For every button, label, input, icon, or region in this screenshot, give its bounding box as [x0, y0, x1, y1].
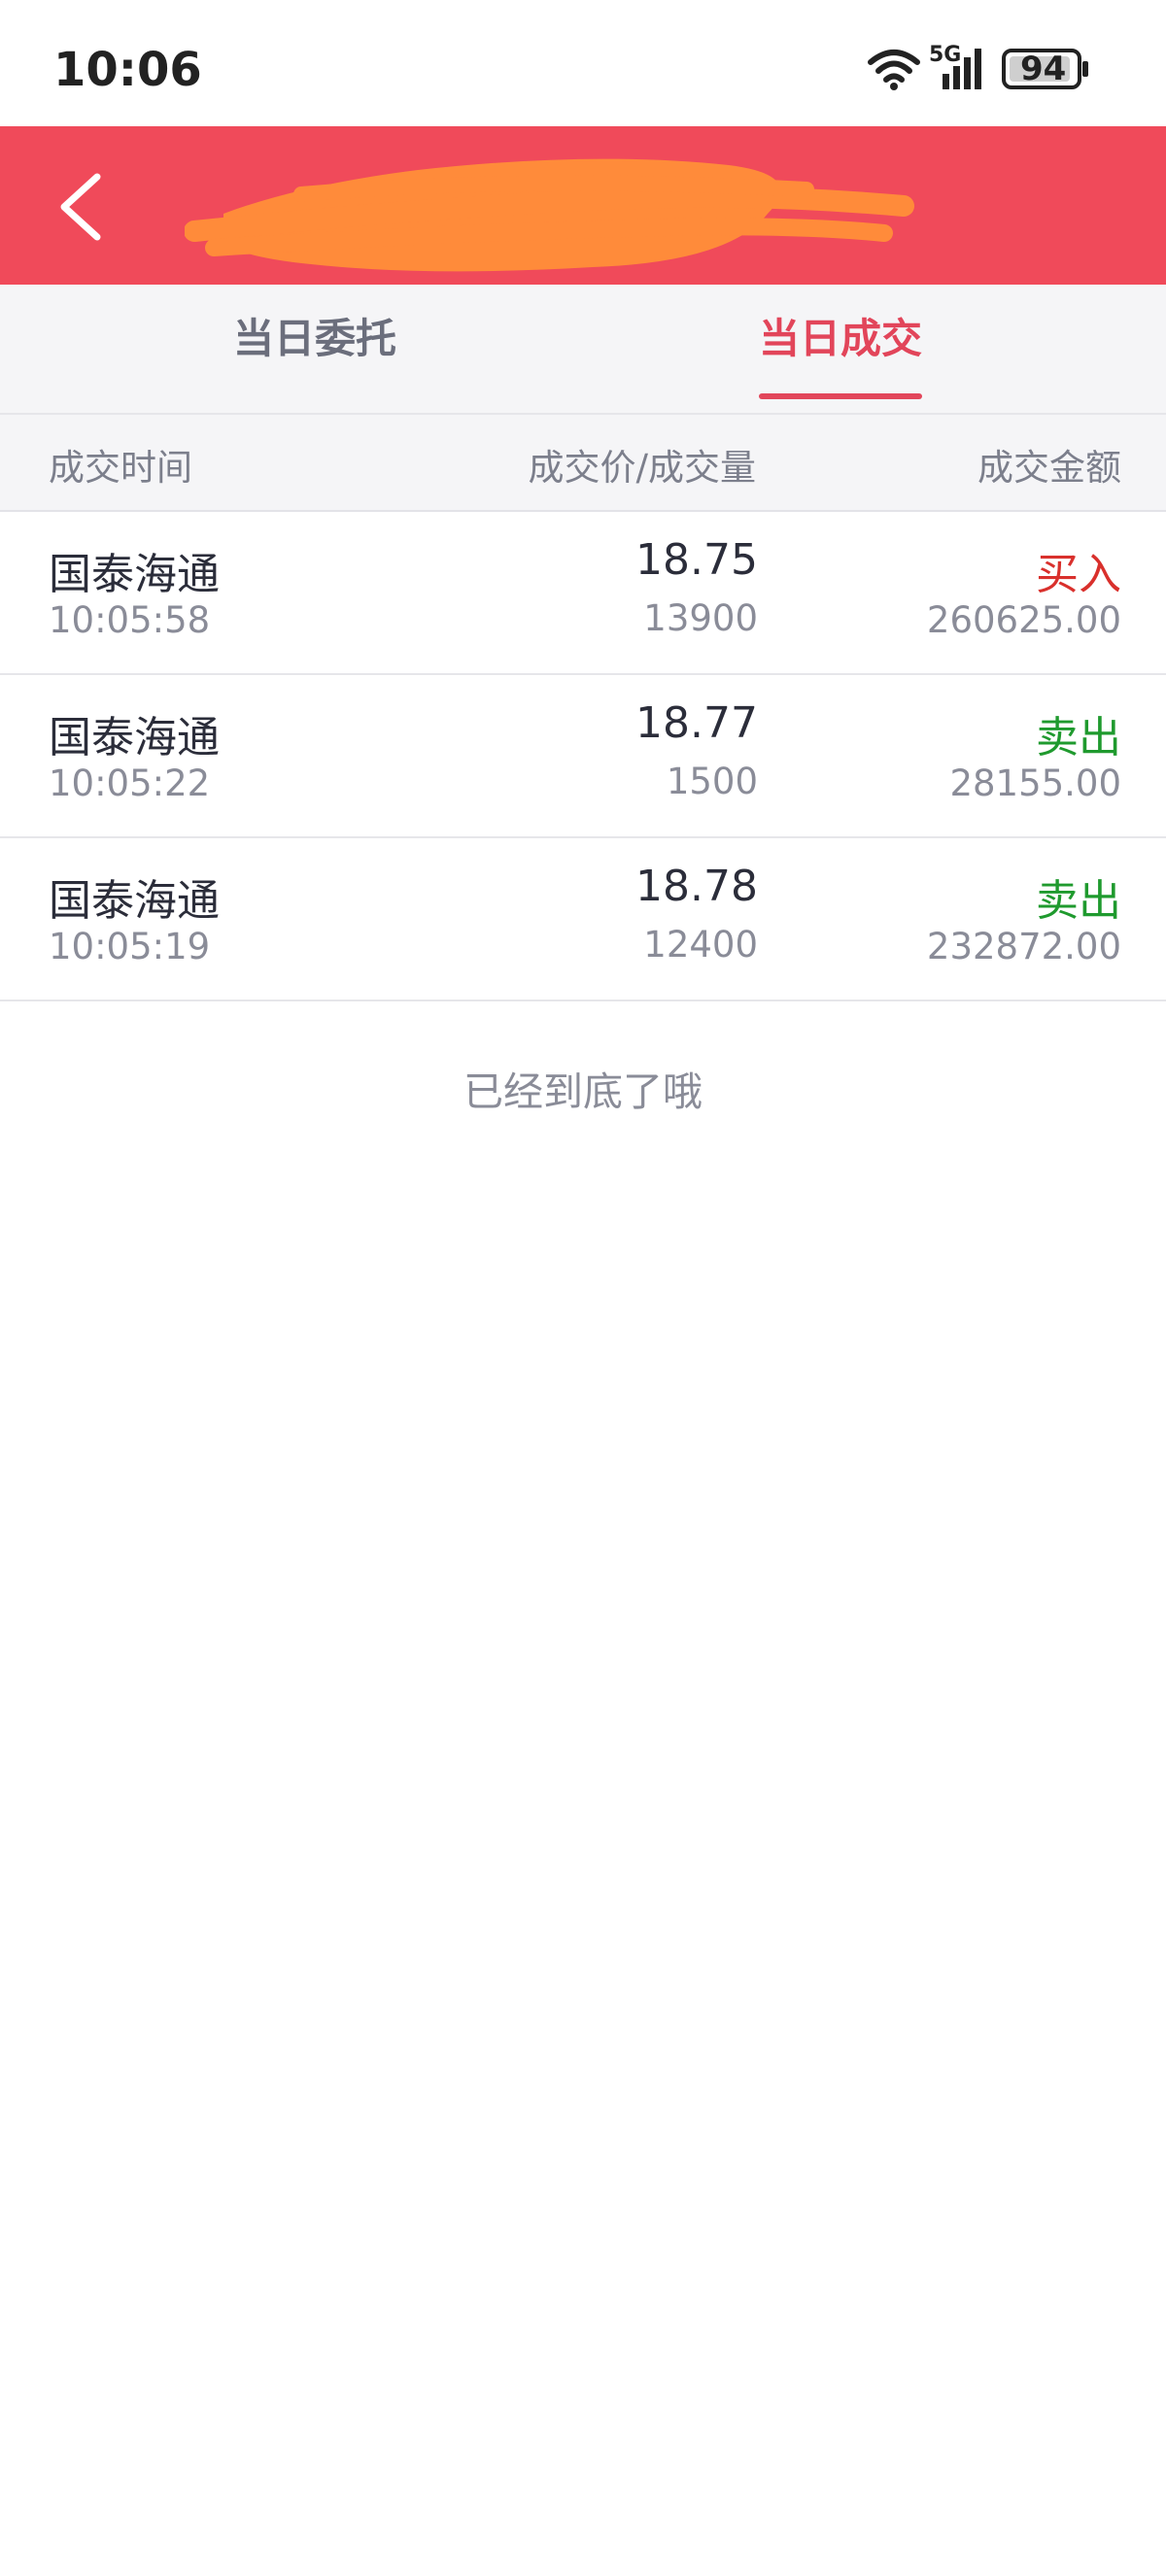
trade-amount: 232872.00: [926, 926, 1121, 967]
trade-direction: 卖出: [1036, 713, 1121, 763]
trade-volume: 1500: [666, 761, 758, 802]
column-price-volume: 成交价/成交量: [528, 447, 756, 489]
status-bar: 10:06 5G 94: [0, 0, 1166, 126]
trade-price: 18.78: [635, 862, 758, 911]
trade-amount: 260625.00: [926, 599, 1121, 641]
trade-volume: 13900: [643, 597, 758, 639]
trade-volume: 12400: [643, 924, 758, 966]
redaction-scribble: [185, 158, 914, 272]
trade-direction: 卖出: [1036, 876, 1121, 926]
tab-bar: 当日委托 当日成交: [0, 285, 1166, 415]
trade-row[interactable]: 国泰海通 10:05:22 18.77 1500 卖出 28155.00: [0, 675, 1166, 838]
trade-price: 18.75: [635, 535, 758, 585]
battery-level: 94: [1020, 50, 1067, 88]
status-icons: 5G 94: [867, 43, 1119, 97]
chevron-left-icon: [60, 173, 101, 241]
signal-icon: [943, 49, 981, 89]
trade-time: 10:05:19: [49, 926, 211, 967]
trade-amount: 28155.00: [949, 763, 1121, 804]
tab-orders[interactable]: 当日委托: [233, 285, 396, 413]
active-tab-indicator: [759, 393, 923, 399]
trade-time: 10:05:58: [49, 599, 211, 641]
wifi-icon: [868, 50, 920, 90]
trade-price: 18.77: [635, 698, 758, 748]
app-header: [0, 126, 1166, 285]
stock-name: 国泰海通: [49, 713, 220, 763]
trade-time: 10:05:22: [49, 763, 211, 804]
stock-name: 国泰海通: [49, 876, 220, 926]
end-of-list-text: 已经到底了哦: [463, 1068, 703, 1115]
trade-direction: 买入: [1036, 550, 1121, 599]
column-time: 成交时间: [49, 447, 192, 489]
stock-name: 国泰海通: [49, 550, 220, 599]
tab-trades[interactable]: 当日成交: [759, 285, 923, 413]
status-time: 10:06: [53, 43, 202, 97]
column-amount: 成交金额: [977, 447, 1121, 489]
trade-row[interactable]: 国泰海通 10:05:19 18.78 12400 卖出 232872.00: [0, 838, 1166, 1001]
tab-label: 当日成交: [759, 315, 923, 362]
trade-row[interactable]: 国泰海通 10:05:58 18.75 13900 买入 260625.00: [0, 512, 1166, 675]
back-button[interactable]: [47, 163, 124, 251]
tab-label: 当日委托: [233, 315, 397, 362]
column-header: 成交时间 成交价/成交量 成交金额: [0, 415, 1166, 512]
